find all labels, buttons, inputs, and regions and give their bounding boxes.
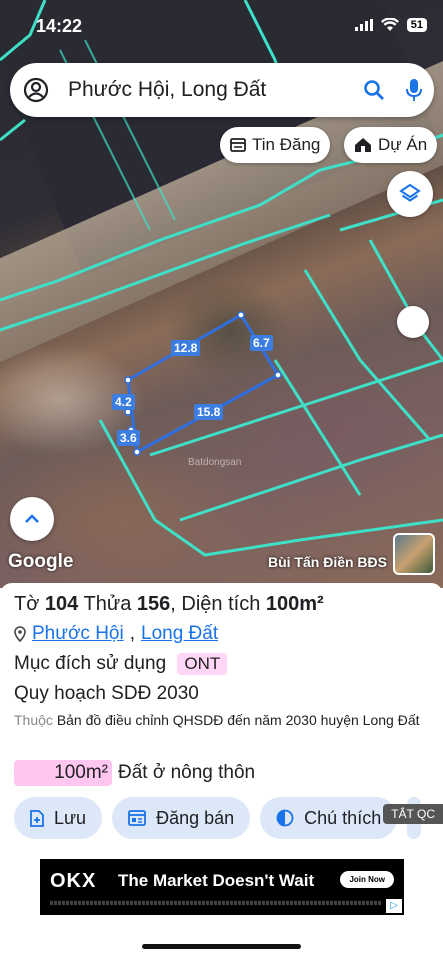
listing-icon [128,810,146,826]
owner-avatar[interactable] [393,533,435,575]
signal-icon [354,19,373,31]
action-bar: Lưu Đăng bán Chú thích [14,797,422,839]
search-bar[interactable]: Phước Hội, Long Đất [10,63,434,117]
disable-ads-button[interactable]: TẮT QC [383,804,443,824]
search-input[interactable]: Phước Hội, Long Đất [62,78,354,102]
dimension-label: 6.7 [250,335,273,351]
district-link[interactable]: Long Đất [141,623,218,645]
tin-dang-label: Tin Đăng [252,135,321,154]
du-an-chip[interactable]: Dự Án [344,127,438,163]
planning-source-text: Bản đồ điều chỉnh QHSDĐ đến năm 2030 huy… [56,712,420,728]
planning-source: Thuộc Bản đồ điều chỉnh QHSDĐ đến năm 20… [14,709,429,731]
thuoc-prefix: Thuộc [14,712,53,728]
dimension-label: 15.8 [194,404,224,420]
microphone-icon[interactable] [394,78,434,102]
dimension-label: 12.8 [171,340,201,356]
battery-icon: 51 [406,18,427,32]
thua-label: Thửa [83,593,132,615]
legend-button[interactable]: Chú thích [260,797,398,839]
chevron-up-icon [25,514,39,523]
opacity-slider-knob[interactable] [397,306,429,338]
parcel-title: Tờ 104 Thửa 156, Diện tích 100m² [14,593,324,616]
home-indicator[interactable] [142,944,301,949]
post-sale-label: Đăng bán [156,807,235,828]
tin-dang-chip[interactable]: Tin Đăng [220,127,331,163]
location-pin-icon [14,626,26,642]
parcel-address: Phước Hội, Long Đất [14,623,218,645]
dien-tich-label: , Diện tích [170,593,261,615]
ward-link[interactable]: Phước Hội [32,623,124,645]
parcel-info-sheet: Tờ 104 Thửa 156, Diện tích 100m² Phước H… [0,583,443,960]
post-sale-button[interactable]: Đăng bán [112,797,251,839]
dien-tich-value: 100m² [265,593,324,615]
ad-banner[interactable]: OKX The Market Doesn't Wait Join Now ▷ [40,859,404,915]
adchoices-icon[interactable]: ▷ [386,899,402,913]
status-bar: 14:22 51 [0,0,443,56]
land-use-badge: ONT [177,653,228,675]
land-use-row: Mục đích sử dụng ONT [14,653,228,675]
save-button[interactable]: Lưu [14,797,103,839]
contrast-icon [276,809,294,827]
dimension-label: 4.2 [112,394,135,410]
dimension-label: 3.6 [117,430,140,446]
area-type: Đất ở nông thôn [118,762,256,783]
wifi-icon [380,18,399,31]
thua-value: 156 [136,593,171,615]
planning-title: Quy hoạch SDĐ 2030 [14,683,199,704]
to-label: Tờ [14,593,40,615]
expand-button[interactable] [10,497,54,541]
to-value: 104 [44,593,79,615]
ad-cta-button[interactable]: Join Now [340,871,394,888]
status-time: 14:22 [36,16,83,36]
area-badge: 100m² [14,760,112,786]
map-view[interactable]: 12.8 6.7 4.2 15.8 3.6 Batdongsan 14:22 5… [0,0,443,588]
owner-name: Bùi Tấn Điền BĐS [267,554,387,570]
layers-icon [399,183,421,202]
ad-fine-print [50,900,382,906]
du-an-label: Dự Án [378,135,428,154]
save-label: Lưu [54,807,87,828]
legend-label: Chú thích [304,807,382,828]
listing-icon [230,138,246,152]
search-icon[interactable] [354,79,394,101]
google-logo: Google [8,551,74,572]
account-icon[interactable] [10,77,62,103]
house-icon [355,138,371,152]
ad-headline: The Market Doesn't Wait [118,871,315,890]
ad-logo: OKX [50,870,97,892]
layers-button[interactable] [387,171,433,217]
watermark: Batdongsan [188,457,242,468]
land-use-label: Mục đích sử dụng [14,653,167,674]
add-file-icon [30,809,44,827]
